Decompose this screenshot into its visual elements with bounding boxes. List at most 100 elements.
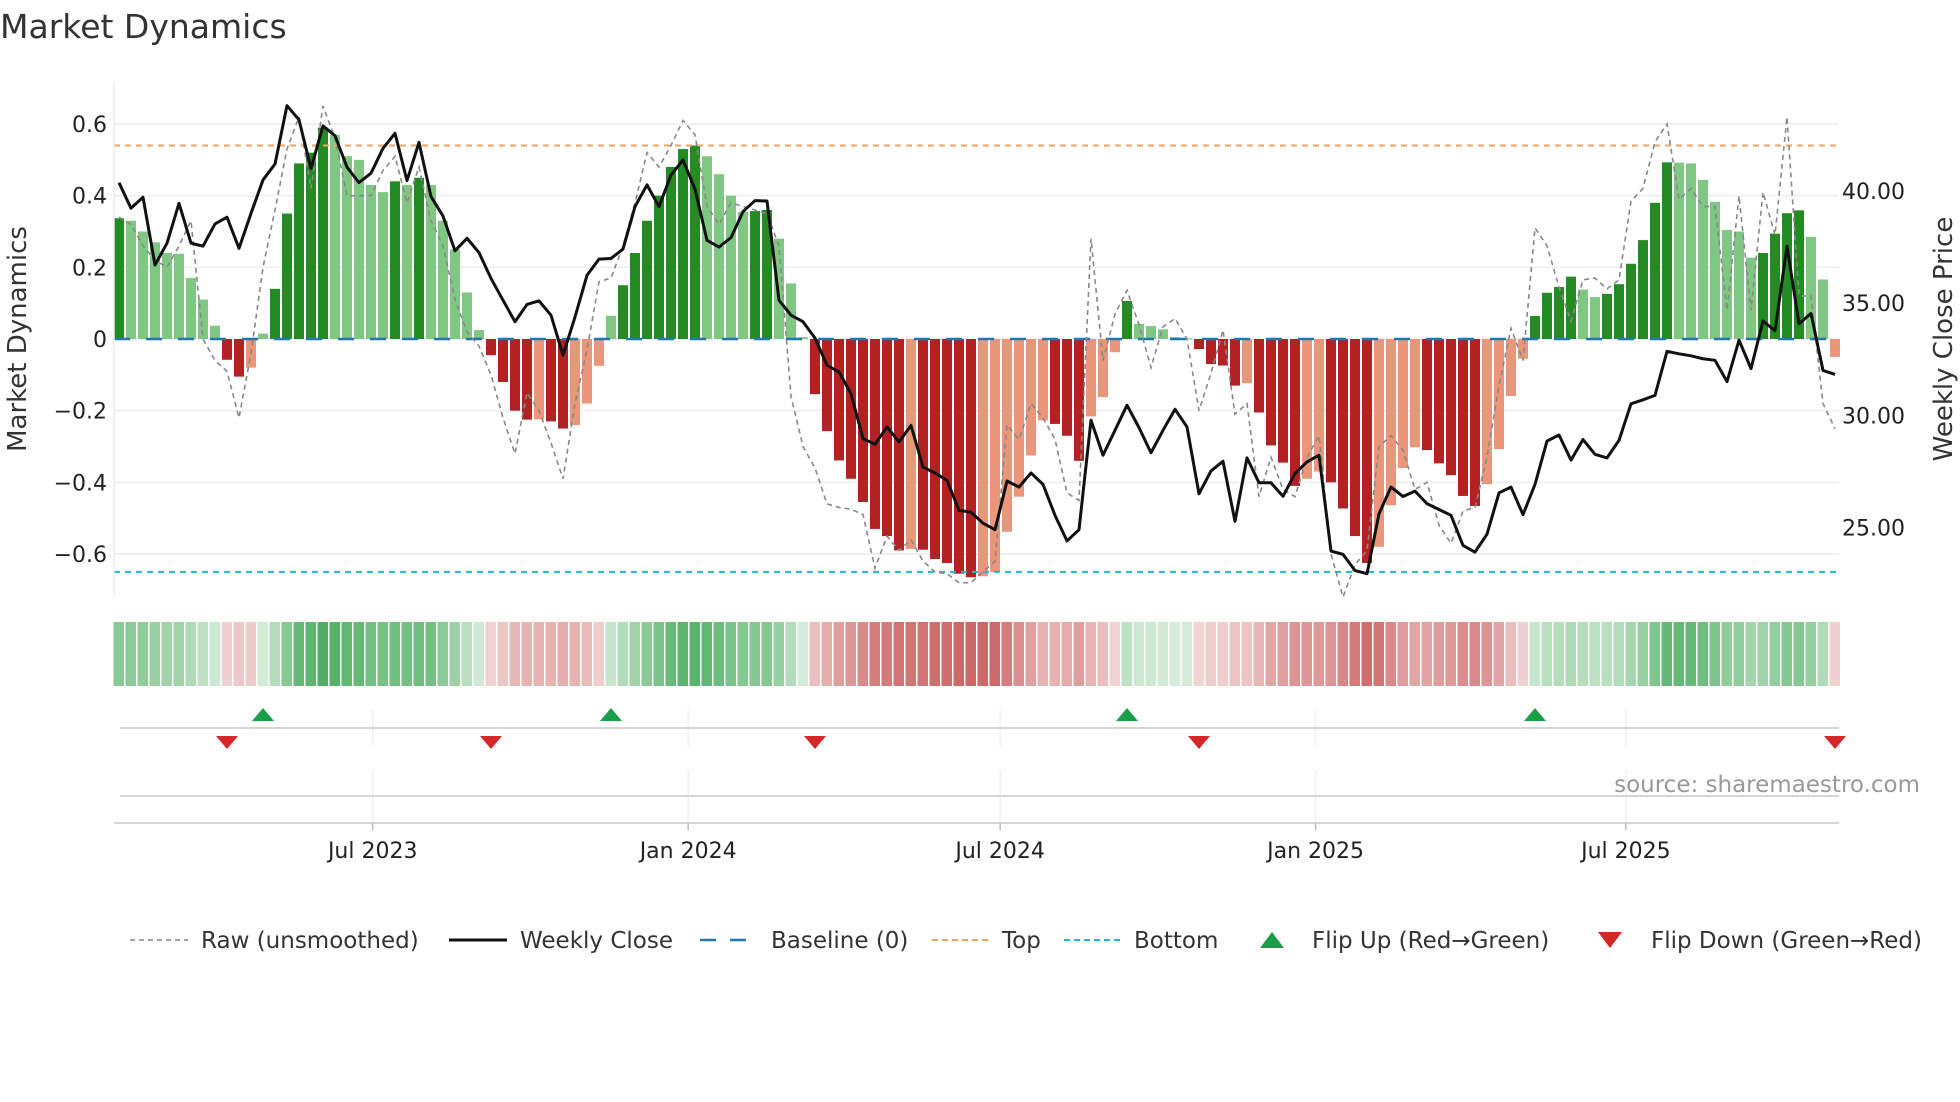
heat-cell	[1277, 622, 1288, 686]
bar	[1290, 339, 1300, 486]
bar	[930, 339, 940, 560]
y-right-tick-label: 30.00	[1842, 404, 1905, 429]
bar	[1446, 339, 1456, 476]
bar	[654, 195, 664, 339]
heat-cell	[701, 622, 712, 686]
bar	[1566, 276, 1576, 339]
x-tick-label: Jan 2025	[1265, 839, 1364, 864]
bar	[954, 339, 964, 574]
bar	[1398, 339, 1408, 468]
heat-cell	[1301, 622, 1312, 686]
bar	[390, 181, 400, 339]
flip-down-icon	[1188, 736, 1210, 749]
chart-title: Market Dynamics	[0, 7, 287, 46]
bar	[1338, 339, 1348, 509]
bar	[234, 339, 244, 377]
bar	[1746, 257, 1756, 339]
heat-cell	[1001, 622, 1012, 686]
bar	[1710, 201, 1720, 339]
bar	[1638, 240, 1648, 339]
heat-cell	[917, 622, 928, 686]
heat-cell	[1409, 622, 1420, 686]
bar	[606, 315, 616, 339]
heat-cell	[1361, 622, 1372, 686]
bar	[1158, 329, 1168, 339]
bar	[294, 163, 304, 339]
raw-line	[118, 105, 1836, 600]
heat-cell	[1601, 622, 1612, 686]
flip-down-icon	[480, 736, 502, 749]
heat-cell	[593, 622, 604, 686]
bar	[582, 339, 592, 404]
legend-label: Bottom	[1134, 928, 1218, 954]
heat-cell	[833, 622, 844, 686]
heat-cell	[605, 622, 616, 686]
bar	[1050, 339, 1060, 424]
bar	[978, 339, 988, 577]
y-tick-label: 0.6	[72, 113, 107, 138]
bar	[1410, 339, 1420, 448]
heat-cell	[1193, 622, 1204, 686]
heat-cell	[629, 622, 640, 686]
bar	[906, 339, 916, 549]
heat-cell	[449, 622, 460, 686]
bar	[738, 211, 748, 339]
bar	[666, 167, 676, 339]
heat-cell	[1661, 622, 1672, 686]
heat-cell	[1817, 622, 1828, 686]
bar	[1734, 231, 1744, 339]
heat-cell	[1637, 622, 1648, 686]
heat-cell	[1613, 622, 1624, 686]
heat-cell	[761, 622, 772, 686]
heat-cell	[317, 622, 328, 686]
y-tick-label: −0.2	[54, 400, 107, 425]
bar	[678, 149, 688, 339]
heat-cell	[545, 622, 556, 686]
lines	[114, 104, 1839, 600]
bar	[1578, 289, 1588, 339]
heat-cell	[221, 622, 232, 686]
heat-strip	[113, 622, 1840, 686]
bar	[1362, 339, 1372, 563]
bar	[594, 339, 604, 366]
bar	[414, 177, 424, 339]
heat-cell	[773, 622, 784, 686]
heat-cell	[437, 622, 448, 686]
x-tick-label: Jul 2025	[1579, 839, 1671, 864]
heat-cell	[1433, 622, 1444, 686]
heat-cell	[113, 622, 124, 686]
heat-cell	[1121, 622, 1132, 686]
heat-cell	[329, 622, 340, 686]
bar	[1434, 339, 1444, 464]
heat-cell	[1217, 622, 1228, 686]
heat-cell	[137, 622, 148, 686]
heat-cell	[809, 622, 820, 686]
heat-cell	[1097, 622, 1108, 686]
bar	[1326, 339, 1336, 483]
heat-cell	[1205, 622, 1216, 686]
heat-cell	[1169, 622, 1180, 686]
legend-label: Flip Down (Green→Red)	[1651, 928, 1922, 954]
heat-cell	[1469, 622, 1480, 686]
bar	[1830, 339, 1840, 357]
legend-item-close: Weekly Close	[449, 928, 673, 954]
heat-cell	[413, 622, 424, 686]
y-tick-label: 0.2	[72, 256, 107, 281]
bar	[1098, 339, 1108, 398]
bar	[378, 192, 388, 339]
heat-cell	[1517, 622, 1528, 686]
legend-label: Top	[1001, 928, 1041, 954]
heat-cell	[617, 622, 628, 686]
bar	[174, 253, 184, 339]
bar	[1002, 339, 1012, 532]
bar	[1350, 339, 1360, 537]
bar	[210, 325, 220, 339]
bar	[642, 220, 652, 339]
source-annotation: source: sharemaestro.com	[1614, 772, 1920, 798]
y-right-tick-label: 40.00	[1842, 180, 1905, 205]
heat-cell	[641, 622, 652, 686]
heat-cell	[1265, 622, 1276, 686]
bar	[1014, 339, 1024, 497]
heat-cell	[569, 622, 580, 686]
heat-cell	[653, 622, 664, 686]
